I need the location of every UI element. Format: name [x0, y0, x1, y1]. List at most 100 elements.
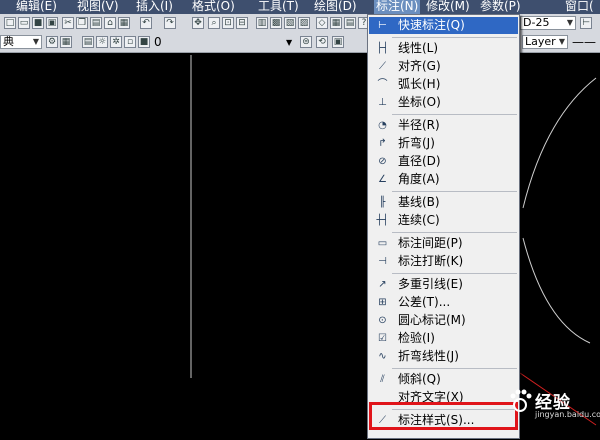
sheet-set-icon[interactable]: ▨	[298, 17, 310, 29]
layer-lock-icon: ▫	[124, 36, 136, 48]
dimstyle-manager-icon[interactable]: ⊢	[580, 17, 592, 29]
paste-icon[interactable]: ▤	[90, 17, 102, 29]
layer-freeze-icon: ✲	[110, 36, 122, 48]
menu-separator	[392, 114, 517, 115]
properties-icon[interactable]: ▥	[256, 17, 268, 29]
menu-modify[interactable]: 修改(M)	[424, 0, 472, 14]
chevron-down-icon[interactable]: ▼	[286, 35, 292, 50]
table-style-icon[interactable]: ▦	[60, 36, 72, 48]
menu-item-jogged-linear[interactable]: ∿ 折弯线性(J)	[369, 348, 518, 365]
linetype-select[interactable]: Layer ▼	[522, 35, 568, 49]
visual-style-select[interactable]: 典 ▼	[0, 35, 42, 49]
match-properties-icon[interactable]: ⌂	[104, 17, 116, 29]
visual-style-value: 典	[3, 35, 14, 48]
menu-item-dim-break[interactable]: ⊣ 标注打断(K)	[369, 253, 518, 270]
menu-item-center-mark[interactable]: ⊙ 圆心标记(M)	[369, 312, 518, 329]
current-layer-value[interactable]: 0	[154, 35, 162, 50]
jogged-linear-icon: ∿	[378, 351, 387, 362]
menu-draw[interactable]: 绘图(D)	[312, 0, 359, 14]
radius-icon: ◔	[378, 120, 387, 131]
dim-break-icon: ⊣	[378, 256, 387, 267]
chevron-down-icon: ▼	[32, 37, 39, 46]
menu-item-jogged[interactable]: ↱ 折弯(J)	[369, 135, 518, 152]
undo-icon[interactable]: ↶	[140, 17, 152, 29]
menu-item-dim-space[interactable]: ▭ 标注间距(P)	[369, 235, 518, 252]
menu-window[interactable]: 窗口(	[563, 0, 596, 14]
dimension-menu: ⊢ 快速标注(Q) ├┤ 线性(L) ⟋ 对齐(G) ⌒ 弧长(H) ⊥ 坐标(…	[367, 14, 520, 439]
redo-icon[interactable]: ↷	[164, 17, 176, 29]
chevron-down-icon: ▼	[558, 37, 565, 46]
menu-tools[interactable]: 工具(T)	[256, 0, 301, 14]
menu-format[interactable]: 格式(O)	[190, 0, 237, 14]
menu-item-angular[interactable]: ∠ 角度(A)	[369, 171, 518, 188]
markup-icon[interactable]: ◇	[316, 17, 328, 29]
menu-edit[interactable]: 编辑(E)	[14, 0, 59, 14]
baseline-icon: ╟	[379, 197, 386, 208]
new-icon[interactable]: □	[4, 17, 16, 29]
zoom-previous-icon[interactable]: ⊟	[236, 17, 248, 29]
menu-separator	[392, 273, 517, 274]
menu-item-tolerance[interactable]: ⊞ 公差(T)...	[369, 294, 518, 311]
lineweight-preview[interactable]: ——	[572, 35, 596, 50]
layer-properties-icon[interactable]: ▤	[82, 36, 94, 48]
menu-item-baseline[interactable]: ╟ 基线(B)	[369, 194, 518, 211]
design-center-icon[interactable]: ▩	[270, 17, 282, 29]
linear-icon: ├┤	[376, 43, 389, 54]
menu-bar: 编辑(E) 视图(V) 插入(I) 格式(O) 工具(T) 绘图(D) 标注(N…	[0, 0, 600, 14]
menu-insert[interactable]: 插入(I)	[134, 0, 175, 14]
center-mark-icon: ⊙	[378, 315, 387, 326]
menu-item-quick-dimension[interactable]: ⊢ 快速标注(Q)	[369, 17, 518, 34]
zoom-realtime-icon[interactable]: ⌕	[208, 17, 220, 29]
watermark-url: jingyan.baidu.com	[535, 410, 600, 419]
block-editor-icon[interactable]: ▦	[118, 17, 130, 29]
menu-parameter[interactable]: 参数(P)	[478, 0, 523, 14]
calculator-icon[interactable]: ▤	[344, 17, 356, 29]
open-icon[interactable]: ▭	[18, 17, 30, 29]
arc-segment	[522, 77, 597, 209]
baidu-paw-icon	[510, 389, 532, 412]
menu-separator	[392, 368, 517, 369]
menu-separator	[392, 37, 517, 38]
menu-item-ordinate[interactable]: ⊥ 坐标(O)	[369, 94, 518, 111]
plot-icon[interactable]: ▣	[46, 17, 58, 29]
multileader-icon: ↗	[378, 279, 387, 290]
zoom-window-icon[interactable]: ⊡	[222, 17, 234, 29]
copy-icon[interactable]: ❐	[76, 17, 88, 29]
pan-icon[interactable]: ✥	[192, 17, 204, 29]
layer-previous-icon[interactable]: ⟲	[316, 36, 328, 48]
save-icon[interactable]: ■	[32, 17, 44, 29]
menu-separator	[392, 191, 517, 192]
menu-dimension[interactable]: 标注(N)	[374, 0, 421, 14]
continue-icon: ┼┤	[376, 215, 389, 226]
menu-view[interactable]: 视图(V)	[75, 0, 121, 14]
dimstyle-select[interactable]: D-25 ▼	[520, 16, 576, 30]
menu-item-radius[interactable]: ◔ 半径(R)	[369, 117, 518, 134]
menu-item-oblique[interactable]: ⫽ 倾斜(Q)	[369, 371, 518, 388]
jogged-icon: ↱	[378, 138, 387, 149]
gear-icon[interactable]: ⚙	[46, 36, 58, 48]
layer-on-icon: ☼	[96, 36, 108, 48]
menu-item-aligned[interactable]: ⟋ 对齐(G)	[369, 58, 518, 75]
dimstyle-value: D-25	[523, 16, 550, 29]
menu-item-diameter[interactable]: ⊘ 直径(D)	[369, 153, 518, 170]
menu-separator	[392, 232, 517, 233]
inspection-icon: ☑	[378, 333, 387, 344]
tool-palettes-icon[interactable]: ▧	[284, 17, 296, 29]
cut-icon[interactable]: ✂	[62, 17, 74, 29]
quickcalc-icon[interactable]: ▦	[330, 17, 342, 29]
arc-length-icon: ⌒	[377, 79, 388, 90]
oblique-icon: ⫽	[380, 374, 385, 385]
menu-item-continue[interactable]: ┼┤ 连续(C)	[369, 212, 518, 229]
menu-item-arc-length[interactable]: ⌒ 弧长(H)	[369, 76, 518, 93]
menu-item-multileader[interactable]: ↗ 多重引线(E)	[369, 276, 518, 293]
make-current-icon[interactable]: ⊜	[300, 36, 312, 48]
tolerance-icon: ⊞	[378, 297, 387, 308]
diameter-icon: ⊘	[378, 156, 387, 167]
layer-states-icon[interactable]: ▣	[332, 36, 344, 48]
dim-space-icon: ▭	[377, 238, 388, 249]
menu-item-linear[interactable]: ├┤ 线性(L)	[369, 40, 518, 57]
layer-color-icon: ■	[138, 36, 150, 48]
menu-item-inspection[interactable]: ☑ 检验(I)	[369, 330, 518, 347]
aligned-icon: ⟋	[379, 61, 386, 72]
watermark: 经验 jingyan.baidu.com	[505, 388, 600, 419]
